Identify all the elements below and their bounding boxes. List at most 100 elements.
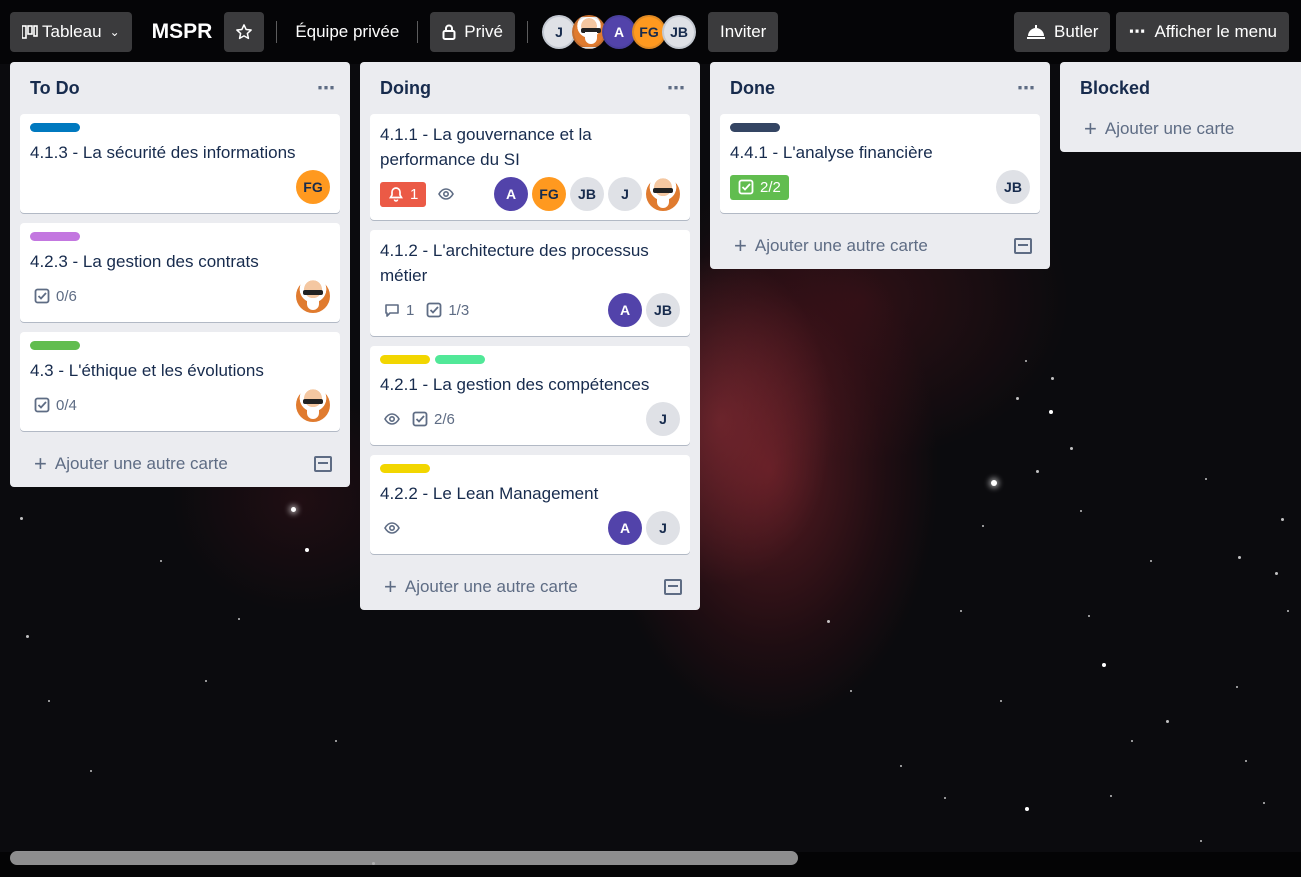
list-title[interactable]: Done — [730, 78, 775, 99]
card[interactable]: 4.4.1 - L'analyse financière 2/2 JB — [720, 114, 1040, 213]
card-footer: 0/4 — [30, 387, 330, 423]
member-avatar[interactable]: A — [608, 511, 642, 545]
team-visibility-button[interactable]: Équipe privée — [289, 22, 405, 42]
add-card-button[interactable]: + Ajouter une carte — [1060, 106, 1301, 152]
card-members: A FG JB J — [494, 177, 680, 211]
card[interactable]: 4.2.2 - Le Lean Management A J — [370, 455, 690, 554]
member-avatar[interactable]: FG — [632, 15, 667, 49]
add-card-label-group: + Ajouter une autre carte — [734, 235, 928, 257]
member-avatar-photo[interactable] — [296, 388, 330, 422]
list-title[interactable]: Doing — [380, 78, 431, 99]
beard-detail — [585, 32, 598, 44]
board-title[interactable]: MSPR — [132, 20, 225, 44]
list-menu-icon[interactable]: ⋯ — [317, 78, 336, 99]
member-avatar[interactable]: A — [602, 15, 637, 49]
butler-label: Butler — [1054, 22, 1099, 41]
member-avatar[interactable]: JB — [646, 293, 680, 327]
member-avatar[interactable]: JB — [996, 170, 1030, 204]
beard-detail — [307, 407, 319, 419]
member-avatar[interactable]: J — [542, 15, 577, 49]
member-avatar[interactable]: J — [646, 402, 680, 436]
add-card-label-group: + Ajouter une autre carte — [34, 453, 228, 475]
member-avatar-photo[interactable] — [572, 15, 607, 49]
board-switcher-button[interactable]: Tableau ⌄ — [10, 12, 132, 52]
star-dot — [1088, 615, 1090, 617]
card[interactable]: 4.1.1 - La gouvernance et la performance… — [370, 114, 690, 220]
add-card-button[interactable]: + Ajouter une autre carte — [360, 564, 700, 610]
add-card-label: Ajouter une autre carte — [404, 577, 578, 596]
card-label[interactable] — [30, 232, 80, 241]
member-avatar[interactable]: J — [646, 511, 680, 545]
member-avatar[interactable]: JB — [662, 15, 697, 49]
sunglasses-detail — [303, 399, 323, 404]
add-card-label-group: + Ajouter une autre carte — [384, 576, 578, 598]
card-title: 4.3 - L'éthique et les évolutions — [30, 361, 264, 380]
invite-button[interactable]: Inviter — [708, 12, 779, 52]
member-avatar[interactable]: A — [494, 177, 528, 211]
checklist-icon — [738, 179, 754, 195]
card-label[interactable] — [30, 123, 80, 132]
card-template-icon[interactable] — [1014, 238, 1032, 254]
card-label[interactable] — [380, 355, 430, 364]
list-title[interactable]: To Do — [30, 78, 80, 99]
card-label[interactable] — [380, 464, 430, 473]
list-to-do: To Do ⋯ 4.1.3 - La sécurité des informatio… — [10, 62, 350, 487]
watching-badge — [384, 411, 400, 427]
card-footer: FG — [30, 169, 330, 205]
star-dot — [26, 635, 29, 638]
list-header: Doing ⋯ — [360, 62, 700, 114]
eye-icon — [384, 413, 400, 425]
card-label[interactable] — [30, 341, 80, 350]
card-label[interactable] — [435, 355, 485, 364]
member-avatar-photo[interactable] — [296, 279, 330, 313]
card-badges: 1 — [380, 181, 455, 207]
list-doing: Doing ⋯ 4.1.1 - La gouvernance et la perfo… — [360, 62, 700, 610]
list-done: Done ⋯ 4.4.1 - L'analyse financière 2/2 JB + A… — [710, 62, 1050, 269]
card-template-icon[interactable] — [314, 456, 332, 472]
list-menu-icon[interactable]: ⋯ — [1017, 78, 1036, 99]
card-footer: 1 1/3 A JB — [380, 292, 680, 328]
star-dot — [982, 525, 984, 527]
member-avatar[interactable]: JB — [570, 177, 604, 211]
star-dot — [291, 507, 296, 512]
sunglasses-detail — [653, 188, 673, 193]
card-template-icon[interactable] — [664, 579, 682, 595]
card[interactable]: 4.1.3 - La sécurité des informations FG — [20, 114, 340, 213]
star-dot — [48, 700, 50, 702]
butler-button[interactable]: Butler — [1014, 12, 1111, 52]
add-card-button[interactable]: + Ajouter une autre carte — [710, 223, 1050, 269]
card[interactable]: 4.1.2 - L'architecture des processus mét… — [370, 230, 690, 336]
checklist-complete-badge: 2/2 — [730, 174, 789, 200]
comments-badge: 1 — [384, 302, 414, 319]
card-footer: 1 A FG JB J — [380, 176, 680, 212]
card-footer: 0/6 — [30, 278, 330, 314]
card-label[interactable] — [730, 123, 780, 132]
member-avatar[interactable]: J — [608, 177, 642, 211]
card-members — [296, 279, 330, 313]
horizontal-scrollbar-thumb[interactable] — [10, 851, 798, 865]
member-avatar[interactable]: A — [608, 293, 642, 327]
member-avatar[interactable]: FG — [296, 170, 330, 204]
show-menu-button[interactable]: ⋯ Afficher le menu — [1116, 12, 1289, 52]
list-header: To Do ⋯ — [10, 62, 350, 114]
star-dot — [1070, 447, 1073, 450]
star-dot — [305, 548, 309, 552]
member-avatar-photo[interactable] — [646, 177, 680, 211]
list-title[interactable]: Blocked — [1080, 78, 1150, 99]
star-dot — [1036, 470, 1039, 473]
star-dot — [205, 680, 207, 682]
card-labels — [380, 464, 680, 473]
card[interactable]: 4.3 - L'éthique et les évolutions 0/4 — [20, 332, 340, 431]
list-menu-icon[interactable]: ⋯ — [667, 78, 686, 99]
board-icon — [22, 25, 38, 39]
card-members: A JB — [608, 293, 680, 327]
card[interactable]: 4.2.1 - La gestion des compétences 2/6 J — [370, 346, 690, 445]
add-card-button[interactable]: + Ajouter une autre carte — [10, 441, 350, 487]
card-title: 4.1.2 - L'architecture des processus mét… — [380, 241, 649, 285]
card-badges: 0/6 — [30, 288, 77, 305]
card-title: 4.1.1 - La gouvernance et la performance… — [380, 125, 592, 169]
card[interactable]: 4.2.3 - La gestion des contrats 0/6 — [20, 223, 340, 322]
star-board-button[interactable] — [224, 12, 265, 52]
privacy-button[interactable]: Privé — [430, 12, 516, 52]
member-avatar[interactable]: FG — [532, 177, 566, 211]
